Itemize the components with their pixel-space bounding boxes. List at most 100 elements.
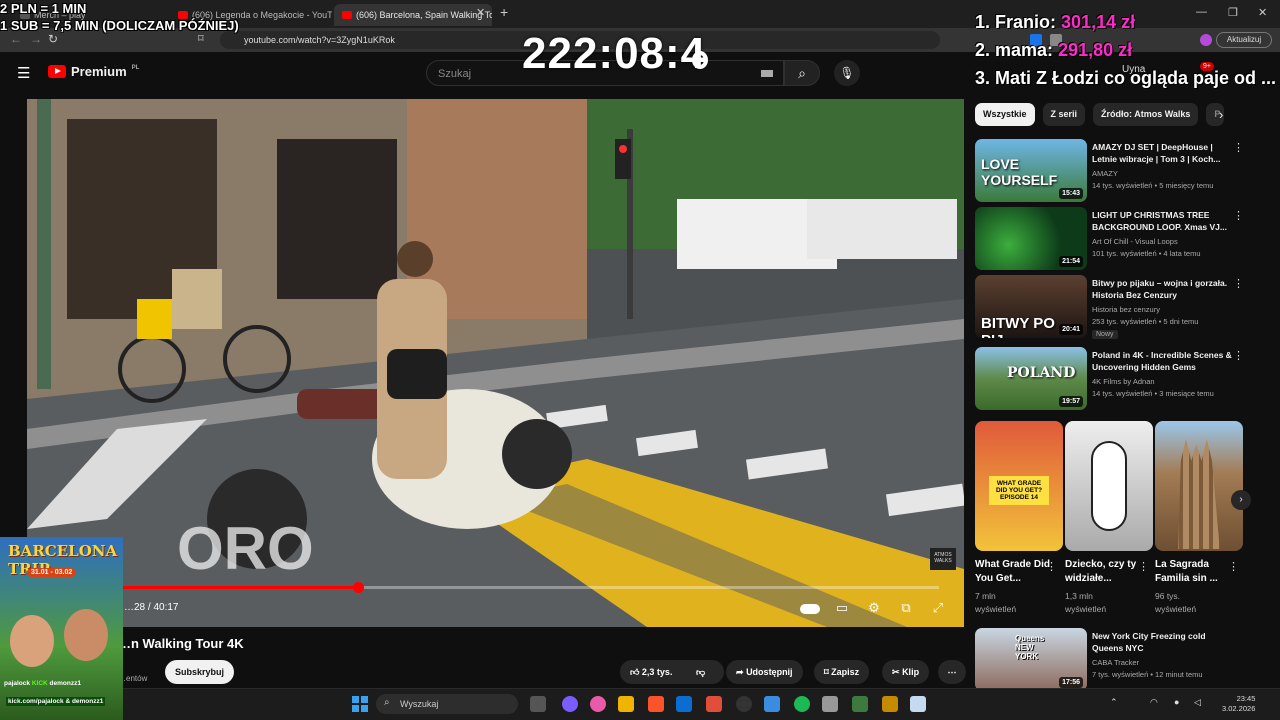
donation-rule-line: 2 PLN = 1 MIN bbox=[0, 1, 87, 16]
channel-name[interactable]: Historia bez cenzury bbox=[1092, 304, 1160, 315]
share-button[interactable]: ➦ Udostępnij bbox=[726, 660, 803, 684]
chevron-right-icon[interactable]: › bbox=[1219, 107, 1223, 122]
recommendation-item[interactable]: Queens NEW YORK 17:56 New York City Freez… bbox=[975, 628, 1245, 693]
recommendation-item[interactable]: 21:54 LIGHT UP CHRISTMAS TREE BACKGROUND… bbox=[975, 207, 1245, 272]
task-view-icon[interactable] bbox=[530, 696, 546, 712]
back-icon[interactable]: ← bbox=[10, 32, 22, 46]
notepad-icon[interactable] bbox=[910, 696, 926, 712]
channel-name[interactable]: 4K Films by Adnan bbox=[1092, 376, 1155, 387]
video-progress-bar[interactable] bbox=[97, 582, 939, 593]
new-tab-icon[interactable]: + bbox=[500, 4, 508, 20]
more-actions-button[interactable]: ⋯ bbox=[938, 660, 966, 684]
brave-active-icon[interactable] bbox=[706, 696, 722, 712]
streamer-face bbox=[64, 609, 108, 661]
clip-button[interactable]: ✂ Klip bbox=[882, 660, 930, 684]
video-thumbnail[interactable]: BITWY PO PIJ...20:41 bbox=[975, 275, 1087, 338]
calculator-icon[interactable] bbox=[822, 696, 838, 712]
recommendation-title[interactable]: New York City Freezing cold Queens NYC bbox=[1092, 630, 1237, 654]
video-thumbnail[interactable]: POLAND 19:57 bbox=[975, 347, 1087, 410]
streamer-face bbox=[10, 615, 54, 667]
more-vert-icon[interactable]: ⋮ bbox=[1233, 141, 1244, 154]
file-explorer-icon[interactable] bbox=[618, 696, 634, 712]
reload-icon[interactable]: ↻ bbox=[48, 32, 58, 46]
recommendation-title[interactable]: LIGHT UP CHRISTMAS TREE BACKGROUND LOOP.… bbox=[1092, 209, 1237, 233]
promo-handles: pajalock KICK demonzz1 bbox=[4, 680, 81, 687]
channel-name[interactable]: CABA Tracker bbox=[1092, 657, 1139, 668]
clock-time: 23:45 bbox=[1236, 694, 1256, 703]
discord-icon[interactable] bbox=[562, 696, 578, 712]
recommendation-title[interactable]: AMAZY DJ SET | DeepHouse | Letnie wibrac… bbox=[1092, 141, 1237, 165]
short-views-label: wyświetleń bbox=[975, 604, 1017, 614]
store-icon[interactable] bbox=[676, 696, 692, 712]
time-display: …28 / 40:17 bbox=[124, 602, 179, 613]
more-vert-icon[interactable]: ⋮ bbox=[1233, 277, 1244, 290]
windows-start-icon[interactable] bbox=[352, 696, 368, 712]
short-title[interactable]: Dziecko, czy ty widziałe... bbox=[1065, 558, 1141, 586]
short-thumbnail[interactable]: WHAT GRADE DID YOU GET? EPISODE 14 bbox=[975, 421, 1063, 551]
more-vert-icon[interactable]: ⋮ bbox=[1138, 560, 1149, 573]
taskbar-search[interactable]: ⌕ Wyszukaj bbox=[376, 694, 518, 714]
short-title[interactable]: La Sagrada Familia sin ... bbox=[1155, 558, 1231, 586]
fullscreen-icon[interactable]: ⤢ bbox=[928, 598, 948, 618]
short-thumbnail[interactable] bbox=[1155, 421, 1243, 551]
menu-icon[interactable]: ☰ bbox=[17, 64, 30, 82]
dislike-button[interactable]: 👎︎ bbox=[696, 660, 705, 684]
youtube-logo[interactable]: Premium PL bbox=[48, 64, 139, 79]
short-thumbnail[interactable] bbox=[1065, 421, 1153, 551]
recommendation-item[interactable]: POLAND 19:57 Poland in 4K - Incredible Sc… bbox=[975, 347, 1245, 412]
recommendation-item[interactable]: BITWY PO PIJ...20:41 Bitwy po pijaku – w… bbox=[975, 275, 1245, 340]
search-button[interactable]: ⌕ bbox=[784, 60, 820, 86]
video-thumbnail[interactable]: LOVE YOURSELF 15:43 bbox=[975, 139, 1087, 202]
photos-icon[interactable] bbox=[764, 696, 780, 712]
more-vert-icon[interactable]: ⋮ bbox=[1046, 560, 1057, 573]
subscribe-button[interactable]: Subskrybuj bbox=[165, 660, 234, 684]
system-clock[interactable]: 23:45 3.02.2026 bbox=[1222, 694, 1255, 714]
mic-tray-icon[interactable]: ● bbox=[1174, 697, 1179, 707]
more-vert-icon[interactable]: ⋮ bbox=[1233, 209, 1244, 222]
copilot-icon[interactable] bbox=[590, 696, 606, 712]
spotify-icon[interactable] bbox=[794, 696, 810, 712]
recommendation-item[interactable]: LOVE YOURSELF 15:43 AMAZY DJ SET | DeepHo… bbox=[975, 139, 1245, 204]
tray-chevron-icon[interactable]: ⌃ bbox=[1110, 697, 1118, 708]
video-thumbnail[interactable]: 21:54 bbox=[975, 207, 1087, 270]
chip-source[interactable]: Źródło: Atmos Walks bbox=[1093, 103, 1199, 126]
chip-series[interactable]: Z serii bbox=[1042, 103, 1086, 126]
donation-rules-overlay: 2 PLN = 1 MIN 1 SUB = 7,5 MIN (DOLICZAM P… bbox=[0, 0, 239, 34]
settings-icon[interactable]: ⚙ bbox=[864, 598, 884, 618]
voice-search-button[interactable]: 🎙 bbox=[834, 60, 860, 86]
recommendation-title[interactable]: Bitwy po pijaku – wojna i gorzała. Histo… bbox=[1092, 277, 1237, 301]
miniplayer-icon[interactable]: ⧉ bbox=[896, 598, 916, 618]
keyboard-icon[interactable] bbox=[761, 70, 773, 77]
promo-handle: demonzz1 bbox=[49, 680, 81, 687]
chevron-right-icon[interactable]: › bbox=[1231, 490, 1251, 510]
video-player[interactable]: ORO ATMOS WALKS bbox=[27, 99, 964, 627]
autoplay-toggle-icon[interactable] bbox=[800, 598, 820, 618]
app-icon[interactable] bbox=[882, 696, 898, 712]
like-button[interactable]: 👍︎ 2,3 tys. bbox=[630, 667, 672, 677]
video-thumbnail[interactable]: Queens NEW YORK 17:56 bbox=[975, 628, 1087, 691]
wifi-icon[interactable]: ◠ bbox=[1150, 697, 1158, 708]
more-vert-icon[interactable]: ⋮ bbox=[1233, 349, 1244, 362]
browser-tab-active[interactable]: (606) Barcelona, Spain Walking Tour 4K bbox=[334, 4, 492, 26]
scrubber-handle[interactable] bbox=[353, 582, 365, 593]
brave-icon[interactable] bbox=[648, 696, 664, 712]
recommendation-title[interactable]: Poland in 4K - Incredible Scenes & Uncov… bbox=[1092, 349, 1237, 373]
video-meta: 101 tys. wyświetleń • 4 lata temu bbox=[1092, 249, 1201, 258]
short-title[interactable]: What Grade Did You Get... bbox=[975, 558, 1051, 586]
duration-badge: 19:57 bbox=[1059, 396, 1083, 407]
forward-icon[interactable]: → bbox=[30, 32, 42, 46]
channel-name[interactable]: AMAZY bbox=[1092, 168, 1118, 179]
channel-watermark[interactable]: ATMOS WALKS bbox=[930, 548, 956, 570]
excel-icon[interactable] bbox=[852, 696, 868, 712]
subtitles-icon[interactable]: ▭ bbox=[832, 598, 852, 618]
short-views: 7 mln bbox=[975, 591, 996, 601]
obs-icon[interactable] bbox=[736, 696, 752, 712]
volume-icon[interactable]: ◁ bbox=[1194, 697, 1201, 708]
progress-fill bbox=[97, 586, 359, 589]
close-tab-icon[interactable]: ✕ bbox=[476, 6, 485, 19]
channel-name[interactable]: Art Of Chill - Visual Loops bbox=[1092, 236, 1178, 247]
chip-all[interactable]: Wszystkie bbox=[975, 103, 1035, 126]
save-button[interactable]: ⌑ Zapisz bbox=[814, 660, 870, 684]
bookmark-icon: ⌑ bbox=[824, 667, 829, 677]
more-vert-icon[interactable]: ⋮ bbox=[1228, 560, 1239, 573]
